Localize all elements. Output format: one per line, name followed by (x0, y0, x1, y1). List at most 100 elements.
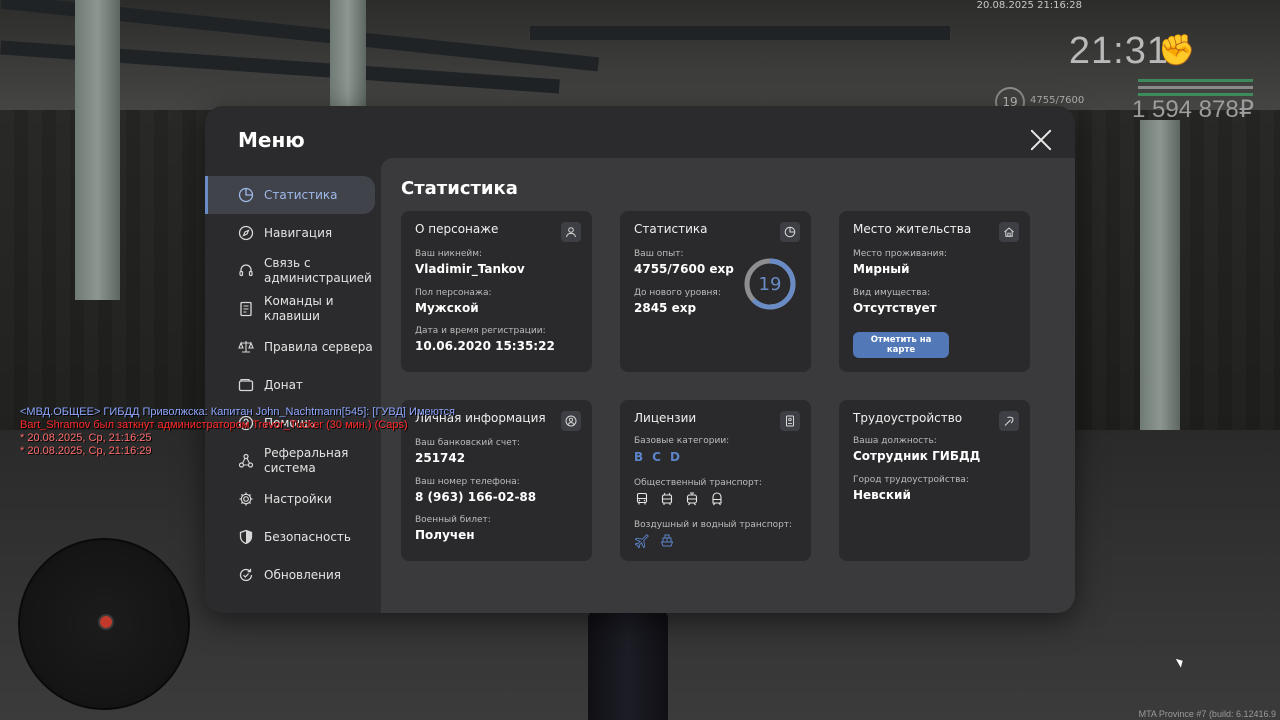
work-city-value: Невский (853, 488, 911, 502)
scales-icon (237, 338, 255, 356)
license-category: B (634, 450, 644, 464)
menu-title: Меню (238, 128, 305, 152)
field-label: Общественный транспорт: (634, 478, 762, 488)
employment-card: Трудоустройство Ваша должность: Сотрудни… (839, 400, 1030, 561)
character-card: О персонаже Ваш никнейм: Vladimir_Tankov… (401, 211, 592, 372)
field-label: Ваш опыт: (634, 249, 684, 259)
sidebar-item-rules[interactable]: Правила сервера (205, 328, 381, 366)
ship-icon (659, 533, 675, 549)
wallet-icon (237, 376, 255, 394)
sidebar-item-label: Навигация (264, 225, 333, 240)
sidebar-item-label: Правила сервера (264, 339, 373, 354)
position-value: Сотрудник ГИБДД (853, 449, 981, 463)
card-title: Статистика (634, 222, 708, 236)
refresh-icon (237, 566, 255, 584)
air-water-transport-icons (634, 533, 675, 549)
field-label: До нового уровня: (634, 288, 721, 298)
sidebar-item-label: Команды и клавиши (264, 294, 334, 323)
close-button[interactable] (1029, 128, 1053, 152)
chat-line: * 20.08.2025, Ср, 21:16:25 (20, 432, 152, 444)
sidebar-item-navigation[interactable]: Навигация (205, 214, 381, 252)
exp-value: 4755/7600 exp (634, 262, 734, 276)
pickaxe-icon (999, 411, 1019, 431)
field-label: Ваш никнейм: (415, 249, 483, 259)
sidebar-item-admin-contact[interactable]: Связь с администрацией (205, 252, 381, 290)
field-label: Город трудоустройства: (853, 475, 969, 485)
sidebar-item-label: Безопасность (264, 529, 351, 544)
player-marker-icon (98, 614, 114, 630)
field-label: Воздушный и водный транспорт: (634, 520, 793, 530)
headset-icon (237, 262, 255, 280)
user-icon (561, 222, 581, 242)
user-circle-icon (561, 411, 581, 431)
field-label: Базовые категории: (634, 436, 730, 446)
chat-log: <МВД.ОБЩЕЕ> ГИБДД Приволжска: Капитан Jo… (20, 406, 455, 458)
scene-pillar (330, 0, 366, 110)
registration-value: 10.06.2020 15:35:22 (415, 339, 555, 353)
page-title: Статистика (401, 178, 518, 199)
metro-icon (709, 491, 725, 507)
chat-line: Bart_Shramov был заткнут администратором… (20, 419, 408, 431)
sidebar-item-updates[interactable]: Обновления (205, 556, 381, 594)
sidebar-item-statistics[interactable]: Статистика (205, 176, 375, 214)
license-icon (780, 411, 800, 431)
card-title: Лицензии (634, 411, 697, 425)
hud-clock: 21:31 (1068, 30, 1169, 72)
next-level-value: 2845 exp (634, 301, 697, 315)
tram-icon (684, 491, 700, 507)
pie-chart-icon (780, 222, 800, 242)
field-label: Место проживания: (853, 249, 947, 259)
hud-money: 1 594 878₽ (1131, 96, 1254, 123)
residence-value: Мирный (853, 262, 910, 276)
build-info: MTA Province #7 (build: 6.12416.9 (1138, 709, 1276, 719)
sidebar-item-commands[interactable]: Команды и клавиши (205, 290, 381, 328)
hud-datetime: 20.08.2025 21:16:28 (976, 0, 1082, 11)
hud-bar (1138, 79, 1253, 82)
sidebar-item-label: Обновления (264, 567, 342, 582)
airplane-icon (634, 533, 650, 549)
field-label: Вид имущества: (853, 288, 931, 298)
license-category: C (652, 450, 661, 464)
statistics-card: Статистика Ваш опыт: 4755/7600 exp До но… (620, 211, 811, 372)
sidebar-item-settings[interactable]: Настройки (205, 480, 381, 518)
chat-line: * 20.08.2025, Ср, 21:16:29 (20, 445, 152, 457)
military-id-value: Получен (415, 528, 475, 542)
scene-beam (530, 26, 950, 40)
statistics-panel: Статистика О персонаже Ваш никнейм: Vlad… (381, 158, 1075, 613)
menu-modal: Меню Статистика Навигация Связь с админи… (205, 106, 1075, 613)
player-character (588, 612, 668, 720)
menu-sidebar: Статистика Навигация Связь с администрац… (205, 176, 381, 594)
hud-exp: 4755/7600 (1030, 95, 1085, 106)
field-label: Военный билет: (415, 515, 491, 525)
public-transport-icons (634, 491, 725, 507)
bus-icon (634, 491, 650, 507)
gear-icon (237, 490, 255, 508)
sidebar-item-label: Настройки (264, 491, 332, 506)
field-label: Ваш номер телефона: (415, 477, 520, 487)
trolleybus-icon (659, 491, 675, 507)
scene-pillar (75, 0, 120, 300)
nickname-value: Vladimir_Tankov (415, 262, 525, 276)
property-value: Отсутствует (853, 301, 937, 315)
residence-card: Место жительства Место проживания: Мирны… (839, 211, 1030, 372)
minimap (18, 538, 190, 710)
sidebar-item-security[interactable]: Безопасность (205, 518, 381, 556)
field-label: Ваша должность: (853, 436, 937, 446)
card-title: Место жительства (853, 222, 972, 236)
chat-line: <МВД.ОБЩЕЕ> ГИБДД Приволжска: Капитан Jo… (20, 406, 456, 418)
compass-icon (237, 224, 255, 242)
licenses-card: Лицензии Базовые категории: B C D Общест… (620, 400, 811, 561)
sidebar-item-label: Статистика (264, 187, 338, 202)
sidebar-item-donate[interactable]: Донат (205, 366, 381, 404)
card-title: Трудоустройство (853, 411, 963, 425)
hud-bar (1138, 86, 1253, 89)
field-label: Дата и время регистрации: (415, 326, 546, 336)
license-categories: B C D (634, 450, 680, 464)
mark-on-map-button[interactable]: Отметить на карте (853, 332, 949, 358)
level-value: 19 (758, 273, 782, 295)
card-title: О персонаже (415, 222, 499, 236)
home-icon (999, 222, 1019, 242)
shield-icon (237, 528, 255, 546)
license-category: D (669, 450, 680, 464)
phone-value: 8 (963) 166-02-88 (415, 490, 537, 504)
